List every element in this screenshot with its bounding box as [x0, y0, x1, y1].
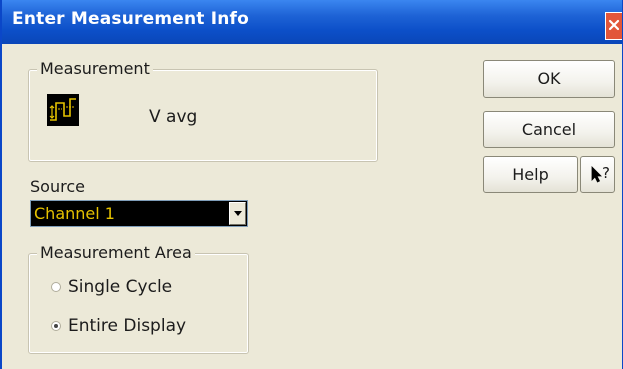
measurement-name: V avg: [149, 107, 198, 127]
source-selected-value: Channel 1: [34, 204, 115, 223]
radio-button[interactable]: [51, 282, 61, 292]
cancel-button[interactable]: Cancel: [483, 111, 615, 148]
measurement-group-label: Measurement: [37, 59, 153, 78]
whats-this-label: ?: [602, 164, 610, 182]
close-icon: [608, 19, 620, 31]
ok-button[interactable]: OK: [483, 60, 615, 98]
pointer-question-icon: [591, 166, 602, 183]
help-button[interactable]: Help: [483, 156, 578, 193]
waveform-measurement-icon: [47, 94, 79, 126]
measurement-area-group: Measurement Area Single Cycle Entire Dis…: [28, 243, 249, 354]
measurement-group: Measurement V avg: [28, 59, 378, 162]
title-bar[interactable]: Enter Measurement Info: [2, 0, 622, 44]
dialog-title: Enter Measurement Info: [12, 9, 250, 29]
radio-button-checked[interactable]: [51, 321, 61, 331]
radio-label: Entire Display: [68, 316, 187, 336]
dropdown-button[interactable]: [229, 202, 246, 225]
measurement-dialog: Enter Measurement Info Measurement V avg…: [0, 0, 623, 369]
measurement-area-group-label: Measurement Area: [37, 243, 195, 262]
chevron-down-icon: [234, 211, 242, 216]
source-label: Source: [30, 177, 85, 196]
whats-this-button[interactable]: ?: [580, 156, 615, 193]
close-button[interactable]: [605, 12, 622, 40]
radio-label: Single Cycle: [68, 277, 173, 297]
source-dropdown[interactable]: Channel 1: [30, 200, 248, 227]
